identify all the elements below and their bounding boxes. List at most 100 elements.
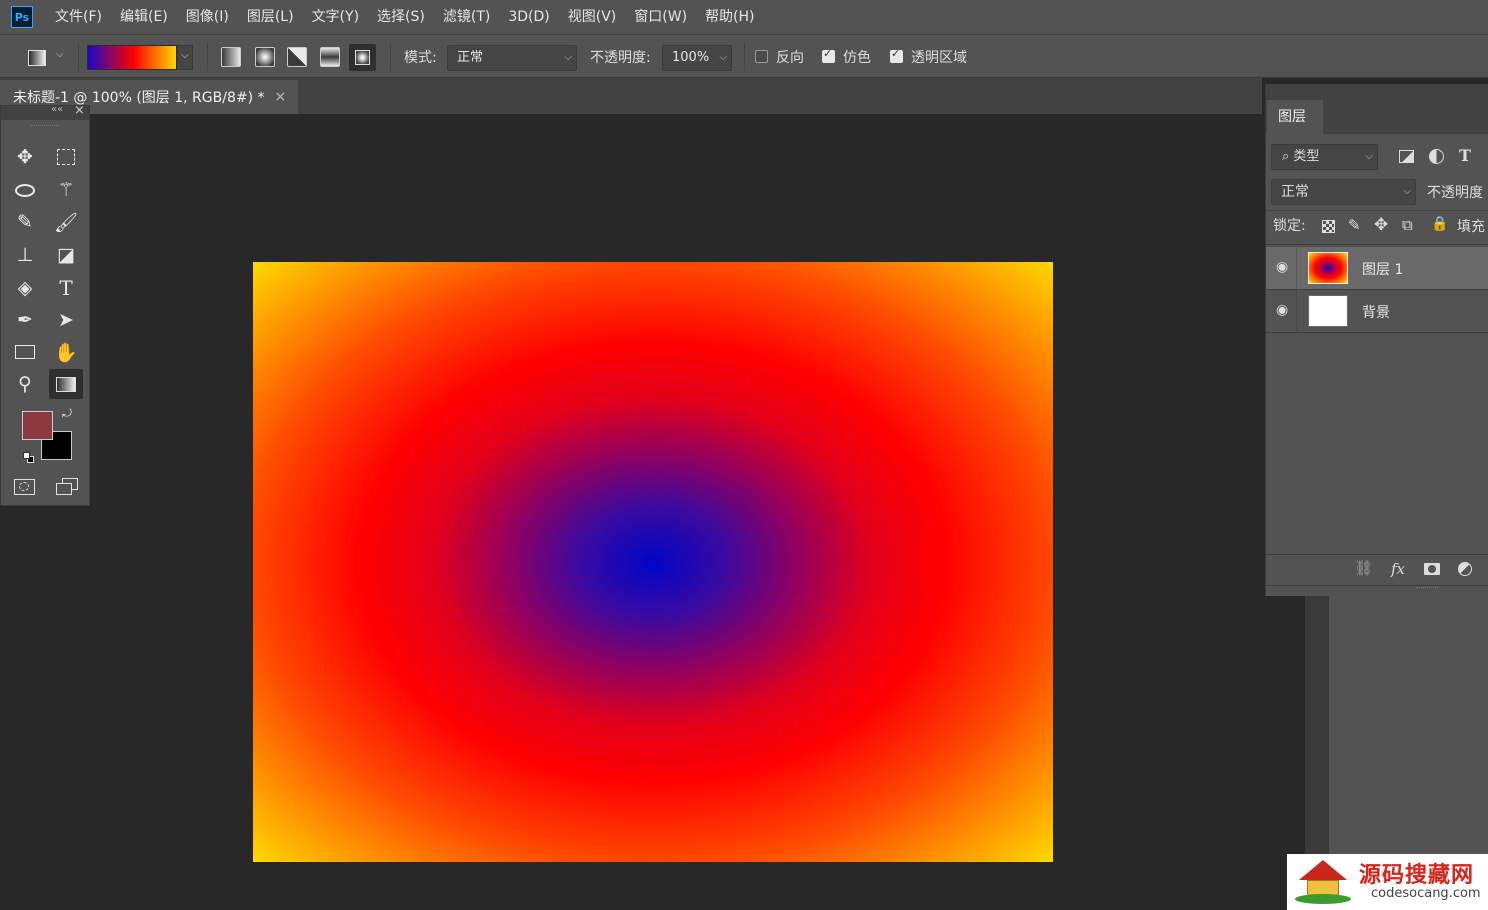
add-mask-icon[interactable] — [1424, 563, 1440, 575]
opacity-value: 100% — [672, 50, 710, 65]
close-icon[interactable]: × — [74, 103, 85, 118]
dock-column — [1329, 596, 1488, 860]
mode-value: 正常 — [457, 50, 484, 65]
lock-transparent-icon[interactable] — [1322, 220, 1335, 233]
watermark-url: codesocang.com — [1371, 886, 1481, 901]
filter-type-icon[interactable]: T — [1459, 146, 1471, 165]
reverse-label: 反向 — [776, 50, 804, 66]
eye-icon[interactable]: ◉ — [1276, 259, 1288, 275]
zoom-icon[interactable]: ⚲ — [8, 369, 42, 399]
transparency-label: 透明区域 — [911, 50, 967, 66]
quick-mask-icon[interactable] — [14, 479, 35, 495]
layer-filter-label: 类型 — [1293, 149, 1320, 164]
reverse-checkbox[interactable] — [755, 50, 768, 63]
layers-panel: 图层 ⌕ 类型 ⌵ T 正常 ⌵ 不透明度 锁定: ✎ ✥ ⧉ 🔒 填充 ◉ 图… — [1265, 84, 1488, 596]
gradient-picker[interactable] — [87, 45, 177, 70]
lock-artboard-icon[interactable]: ⧉ — [1402, 216, 1413, 234]
mode-select[interactable]: 正常 ⌵ — [447, 45, 577, 71]
opacity-field[interactable]: 100% ⌵ — [662, 45, 732, 71]
layer-name[interactable]: 图层 1 — [1362, 259, 1403, 279]
filter-pixel-icon[interactable] — [1399, 150, 1414, 163]
options-bar: ⌵ ⌵ 模式: 正常 ⌵ 不透明度: 100% ⌵ 反向 仿色 透明区域 — [0, 34, 1488, 78]
tools-panel: «« × ✥ ⚚ ✎ 🖌 ⊥ ◪ ◈ T ✒ ➤ ✋ ⚲ ⤾ — [0, 103, 90, 506]
swap-colors-icon[interactable]: ⤾ — [62, 406, 72, 421]
layer-opacity-label: 不透明度 — [1427, 185, 1483, 201]
watermark-title: 源码搜藏网 — [1359, 863, 1475, 888]
document-canvas[interactable] — [253, 262, 1053, 862]
close-icon[interactable]: × — [275, 89, 287, 105]
layer-name[interactable]: 背景 — [1362, 302, 1390, 322]
chevron-down-icon: ⌵ — [56, 49, 64, 60]
eraser-icon[interactable]: ◪ — [49, 240, 83, 270]
gradient-icon[interactable] — [49, 369, 83, 399]
collapse-icon[interactable]: «« — [51, 104, 63, 115]
default-colors-icon[interactable] — [23, 452, 34, 463]
paint-bucket-icon[interactable]: ◈ — [8, 273, 42, 303]
eyedropper-icon[interactable]: ✎ — [8, 207, 42, 237]
pen-icon[interactable]: ✒ — [8, 305, 42, 335]
dock-divider — [1305, 596, 1329, 860]
lasso-icon[interactable] — [8, 175, 42, 205]
dither-checkbox[interactable] — [822, 47, 835, 63]
radial-gradient-mode-button[interactable] — [255, 47, 275, 67]
chevron-down-icon: ⌵ — [564, 52, 572, 63]
chevron-down-icon: ⌵ — [1365, 151, 1373, 162]
menu-select[interactable]: 选择(S) — [368, 0, 434, 34]
menu-edit[interactable]: 编辑(E) — [111, 0, 177, 34]
menu-help[interactable]: 帮助(H) — [696, 0, 763, 34]
diamond-gradient-button[interactable] — [349, 44, 376, 71]
move-icon[interactable]: ✥ — [8, 142, 42, 172]
type-icon[interactable]: T — [49, 273, 83, 303]
marquee-icon[interactable] — [49, 142, 83, 172]
menu-type[interactable]: 文字(Y) — [303, 0, 368, 34]
lock-brush-icon[interactable]: ✎ — [1348, 216, 1361, 234]
app-logo-icon: Ps — [11, 6, 33, 28]
link-layers-icon[interactable]: ⛓ — [1354, 559, 1373, 577]
eye-icon[interactable]: ◉ — [1276, 302, 1288, 318]
menu-image[interactable]: 图像(I) — [177, 0, 238, 34]
foreground-color-swatch[interactable] — [22, 411, 53, 440]
menu-file[interactable]: 文件(F) — [46, 0, 111, 34]
tools-panel-header[interactable]: «« × — [1, 103, 89, 120]
gradient-dropdown-button[interactable]: ⌵ — [177, 45, 193, 70]
menu-view[interactable]: 视图(V) — [559, 0, 626, 34]
adjustment-layer-icon[interactable] — [1458, 562, 1472, 576]
lock-position-icon[interactable]: ✥ — [1374, 215, 1388, 235]
menu-3d[interactable]: 3D(D) — [499, 0, 558, 34]
chevron-down-icon: ⌵ — [181, 50, 189, 61]
gradient-tool-icon — [28, 50, 46, 66]
watermark-logo: 源码搜藏网 codesocang.com — [1287, 854, 1488, 910]
hand-icon[interactable]: ✋ — [49, 337, 83, 367]
linear-gradient-button[interactable] — [221, 47, 241, 67]
menu-layer[interactable]: 图层(L) — [238, 0, 303, 34]
lock-label: 锁定: — [1273, 218, 1306, 234]
menu-filter[interactable]: 滤镜(T) — [434, 0, 499, 34]
layer-filter-select[interactable]: ⌕ 类型 ⌵ — [1271, 144, 1378, 170]
fx-icon[interactable]: fx — [1391, 560, 1405, 578]
blend-mode-select[interactable]: 正常 ⌵ — [1271, 179, 1416, 205]
chevron-down-icon: ⌵ — [1403, 186, 1411, 197]
magic-wand-icon[interactable]: ⚚ — [49, 175, 83, 205]
tab-layers[interactable]: 图层 — [1267, 100, 1323, 134]
tool-preset-picker[interactable]: ⌵ — [26, 47, 70, 69]
panel-resize-grip[interactable] — [1416, 587, 1438, 589]
stamp-icon[interactable]: ⊥ — [8, 240, 42, 270]
layer-row-background[interactable]: ◉ 背景 — [1266, 290, 1488, 332]
filter-adjustment-icon[interactable] — [1429, 149, 1444, 164]
mode-label: 模式: — [404, 50, 437, 66]
layer-row-layer-1[interactable]: ◉ 图层 1 — [1266, 247, 1488, 289]
lock-all-icon[interactable]: 🔒 — [1431, 216, 1448, 232]
dither-label: 仿色 — [843, 50, 871, 66]
layer-thumbnail — [1308, 295, 1348, 327]
grip[interactable] — [31, 125, 59, 127]
reflected-gradient-button[interactable] — [320, 47, 340, 67]
menu-bar: Ps 文件(F) 编辑(E) 图像(I) 图层(L) 文字(Y) 选择(S) 滤… — [0, 0, 1488, 34]
transparency-checkbox[interactable] — [890, 47, 903, 63]
screen-mode-icon[interactable] — [56, 478, 78, 496]
path-select-icon[interactable]: ➤ — [49, 305, 83, 335]
brush-icon[interactable]: 🖌 — [49, 207, 83, 237]
menu-window[interactable]: 窗口(W) — [625, 0, 696, 34]
search-icon: ⌕ — [1282, 149, 1290, 164]
rectangle-icon[interactable] — [8, 337, 42, 367]
angle-gradient-button[interactable] — [287, 47, 307, 67]
